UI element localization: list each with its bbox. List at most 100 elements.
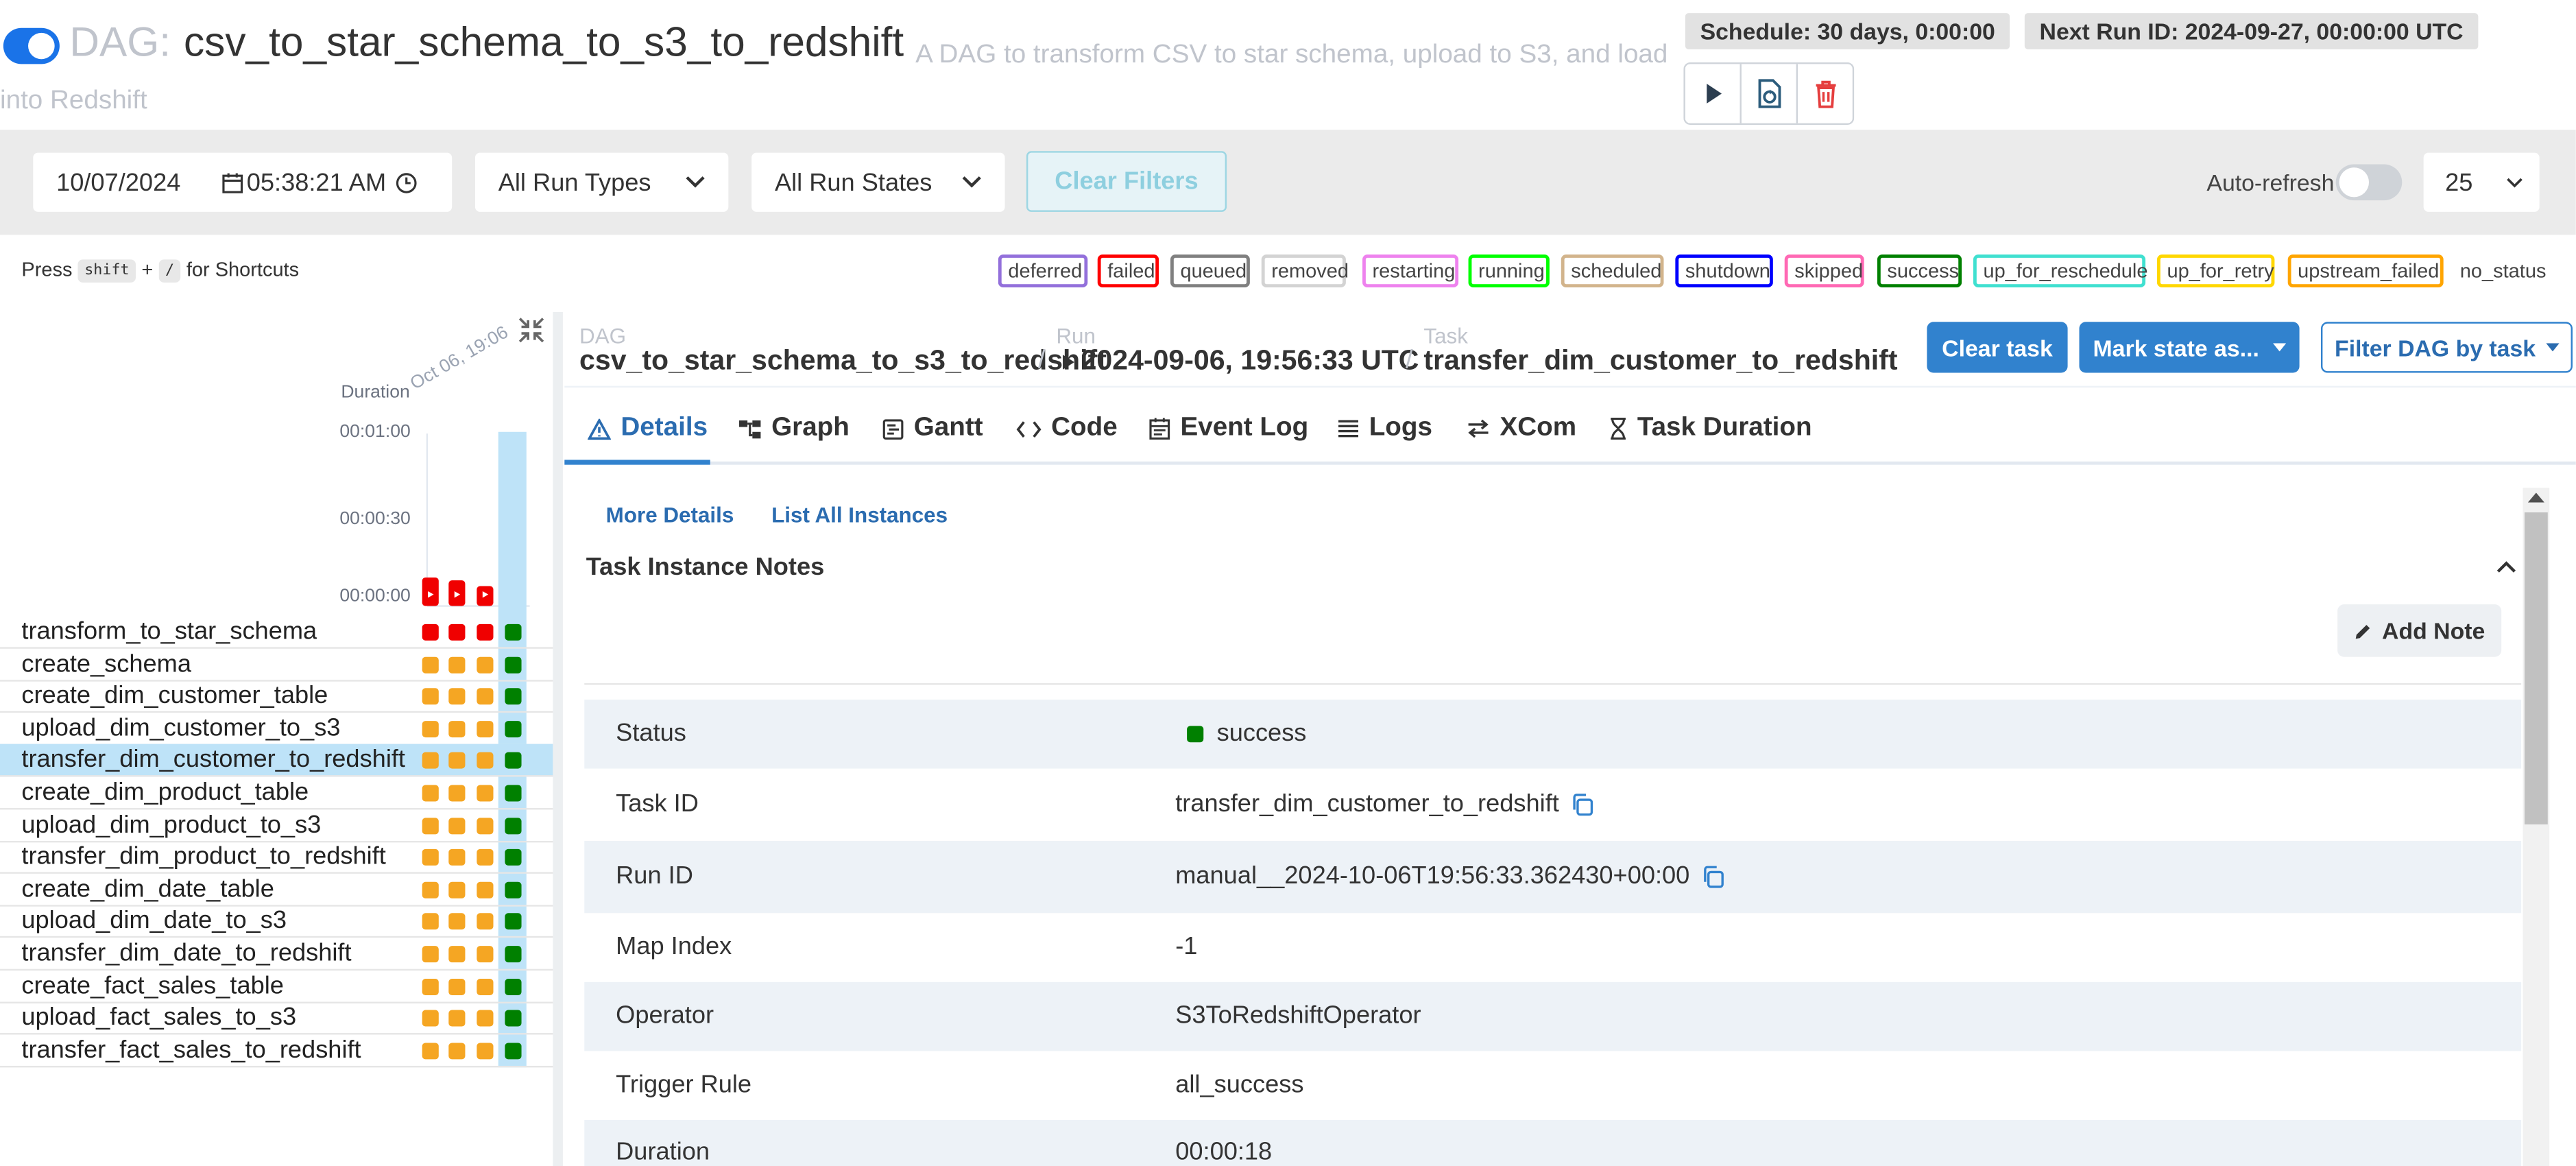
legend-scheduled[interactable]: scheduled — [1561, 254, 1664, 288]
delete-dag-button[interactable] — [1798, 64, 1853, 123]
task-row-transfer-fact-sales-to-redshift[interactable]: transfer_fact_sales_to_redshift — [0, 1034, 553, 1067]
task-row-upload-dim-date-to-s3[interactable]: upload_dim_date_to_s3 — [0, 905, 553, 939]
task-instance-cell-failed[interactable] — [422, 623, 439, 641]
task-instance-cell-upstream-failed[interactable] — [448, 881, 466, 899]
task-instance-cell-upstream-failed[interactable] — [477, 656, 494, 673]
run-state-select[interactable]: All Run States — [751, 152, 1005, 212]
page-size-select[interactable]: 25 — [2423, 152, 2540, 212]
task-name[interactable]: transfer_dim_product_to_redshift — [21, 843, 385, 871]
task-instance-cell-upstream-failed[interactable] — [477, 1010, 494, 1027]
task-instance-cell-upstream-failed[interactable] — [477, 688, 494, 705]
legend-restarting[interactable]: restarting — [1362, 254, 1459, 288]
task-name[interactable]: create_dim_customer_table — [21, 682, 328, 710]
task-instance-cell-upstream-failed[interactable] — [422, 1042, 439, 1059]
trigger-dag-button[interactable] — [1685, 64, 1742, 123]
filter-dag-by-task-button[interactable]: Filter DAG by task — [2320, 322, 2573, 373]
clock-icon[interactable] — [396, 171, 417, 193]
task-row-transfer-dim-product-to-redshift[interactable]: transfer_dim_product_to_redshift — [0, 841, 553, 874]
scroll-up-arrow-icon[interactable] — [2527, 491, 2544, 503]
task-name[interactable]: transform_to_star_schema — [21, 617, 317, 645]
task-instance-cell-success[interactable] — [505, 752, 522, 770]
task-instance-cell-success[interactable] — [505, 881, 522, 899]
tab-task-duration[interactable]: Task Duration — [1609, 414, 1812, 443]
task-instance-cell-success[interactable] — [505, 978, 522, 995]
chevron-up-icon[interactable] — [2496, 560, 2516, 573]
task-row-create-dim-date-table[interactable]: create_dim_date_table — [0, 873, 553, 907]
task-instance-cell-upstream-failed[interactable] — [448, 1010, 466, 1027]
task-instance-cell-upstream-failed[interactable] — [477, 849, 494, 866]
task-instance-cell-upstream-failed[interactable] — [477, 914, 494, 931]
breadcrumb-task-value[interactable]: transfer_dim_customer_to_redshift — [1423, 345, 1897, 378]
task-row-transform-to-star-schema[interactable]: transform_to_star_schema — [0, 616, 553, 649]
task-name[interactable]: upload_dim_product_to_s3 — [21, 811, 321, 839]
task-instance-cell-upstream-failed[interactable] — [422, 849, 439, 866]
task-instance-cell-success[interactable] — [505, 623, 522, 641]
breadcrumb-dag-value[interactable]: csv_to_star_schema_to_s3_to_redshift — [579, 345, 1107, 378]
task-instance-cell-upstream-failed[interactable] — [422, 817, 439, 834]
task-instance-cell-upstream-failed[interactable] — [422, 978, 439, 995]
task-name[interactable]: upload_dim_date_to_s3 — [21, 907, 287, 936]
task-instance-cell-upstream-failed[interactable] — [477, 752, 494, 770]
task-name[interactable]: upload_fact_sales_to_s3 — [21, 1003, 296, 1032]
scrollbar-thumb[interactable] — [2524, 512, 2548, 824]
task-instance-cell-upstream-failed[interactable] — [422, 688, 439, 705]
task-instance-cell-upstream-failed[interactable] — [422, 1010, 439, 1027]
task-row-transfer-dim-date-to-redshift[interactable]: transfer_dim_date_to_redshift — [0, 938, 553, 971]
task-name[interactable]: upload_dim_customer_to_s3 — [21, 714, 340, 742]
task-instance-cell-upstream-failed[interactable] — [448, 752, 466, 770]
task-instance-cell-upstream-failed[interactable] — [422, 914, 439, 931]
task-row-create-schema[interactable]: create_schema — [0, 648, 553, 681]
legend-up-for-retry[interactable]: up_for_retry — [2156, 254, 2275, 288]
task-instance-cell-success[interactable] — [505, 1042, 522, 1059]
task-row-transfer-dim-customer-to-redshift[interactable]: transfer_dim_customer_to_redshift — [0, 744, 553, 778]
task-instance-cell-upstream-failed[interactable] — [448, 914, 466, 931]
legend-running[interactable]: running — [1468, 254, 1550, 288]
task-name[interactable]: transfer_dim_date_to_redshift — [21, 940, 351, 968]
task-instance-cell-success[interactable] — [505, 1010, 522, 1027]
task-instance-cell-upstream-failed[interactable] — [477, 881, 494, 899]
task-instance-cell-failed[interactable] — [477, 623, 494, 641]
task-instance-cell-upstream-failed[interactable] — [448, 946, 466, 963]
task-instance-cell-success[interactable] — [505, 946, 522, 963]
tab-gantt[interactable]: Gantt — [882, 414, 983, 443]
run-type-select[interactable]: All Run Types — [474, 152, 729, 212]
task-instance-cell-upstream-failed[interactable] — [448, 785, 466, 802]
mark-state-button[interactable]: Mark state as... — [2079, 322, 2300, 373]
duration-bar-run-1[interactable] — [422, 578, 439, 606]
legend-deferred[interactable]: deferred — [998, 254, 1088, 288]
task-instance-cell-upstream-failed[interactable] — [448, 656, 466, 673]
legend-queued[interactable]: queued — [1170, 254, 1250, 288]
add-note-button[interactable]: Add Note — [2337, 604, 2502, 657]
task-name[interactable]: transfer_dim_customer_to_redshift — [21, 746, 405, 774]
task-instance-cell-upstream-failed[interactable] — [448, 817, 466, 834]
task-instance-cell-success[interactable] — [505, 817, 522, 834]
tab-xcom[interactable]: XCom — [1467, 414, 1576, 443]
task-row-create-dim-product-table[interactable]: create_dim_product_table — [0, 777, 553, 810]
breadcrumb-run[interactable]: 2024-09-06, 19:56:33 UTC — [1061, 345, 1419, 378]
panel-resize-handle[interactable] — [553, 311, 563, 1166]
task-instance-cell-upstream-failed[interactable] — [477, 720, 494, 737]
task-instance-cell-upstream-failed[interactable] — [448, 978, 466, 995]
task-row-create-fact-sales-table[interactable]: create_fact_sales_table — [0, 970, 553, 1003]
collapse-grid-icon[interactable] — [518, 317, 545, 343]
task-instance-cell-upstream-failed[interactable] — [422, 720, 439, 737]
task-instance-cell-success[interactable] — [505, 656, 522, 673]
task-instance-cell-upstream-failed[interactable] — [448, 688, 466, 705]
task-instance-cell-success[interactable] — [505, 720, 522, 737]
legend-up-for-reschedule[interactable]: up_for_reschedule — [1973, 254, 2147, 288]
task-instance-cell-upstream-failed[interactable] — [477, 785, 494, 802]
task-name[interactable]: create_schema — [21, 650, 191, 678]
more-details-link[interactable]: More Details — [606, 503, 734, 527]
task-instance-cell-success[interactable] — [505, 849, 522, 866]
task-row-upload-dim-customer-to-s3[interactable]: upload_dim_customer_to_s3 — [0, 713, 553, 746]
task-name[interactable]: create_dim_product_table — [21, 778, 309, 807]
task-instance-cell-upstream-failed[interactable] — [477, 1042, 494, 1059]
task-instance-cell-upstream-failed[interactable] — [448, 720, 466, 737]
task-instance-cell-upstream-failed[interactable] — [477, 978, 494, 995]
task-instance-cell-upstream-failed[interactable] — [422, 785, 439, 802]
legend-skipped[interactable]: skipped — [1784, 254, 1864, 288]
tab-graph[interactable]: Graph — [738, 414, 850, 443]
task-instance-cell-success[interactable] — [505, 914, 522, 931]
task-name[interactable]: transfer_fact_sales_to_redshift — [21, 1036, 361, 1064]
tab-details[interactable]: Details — [588, 414, 708, 443]
